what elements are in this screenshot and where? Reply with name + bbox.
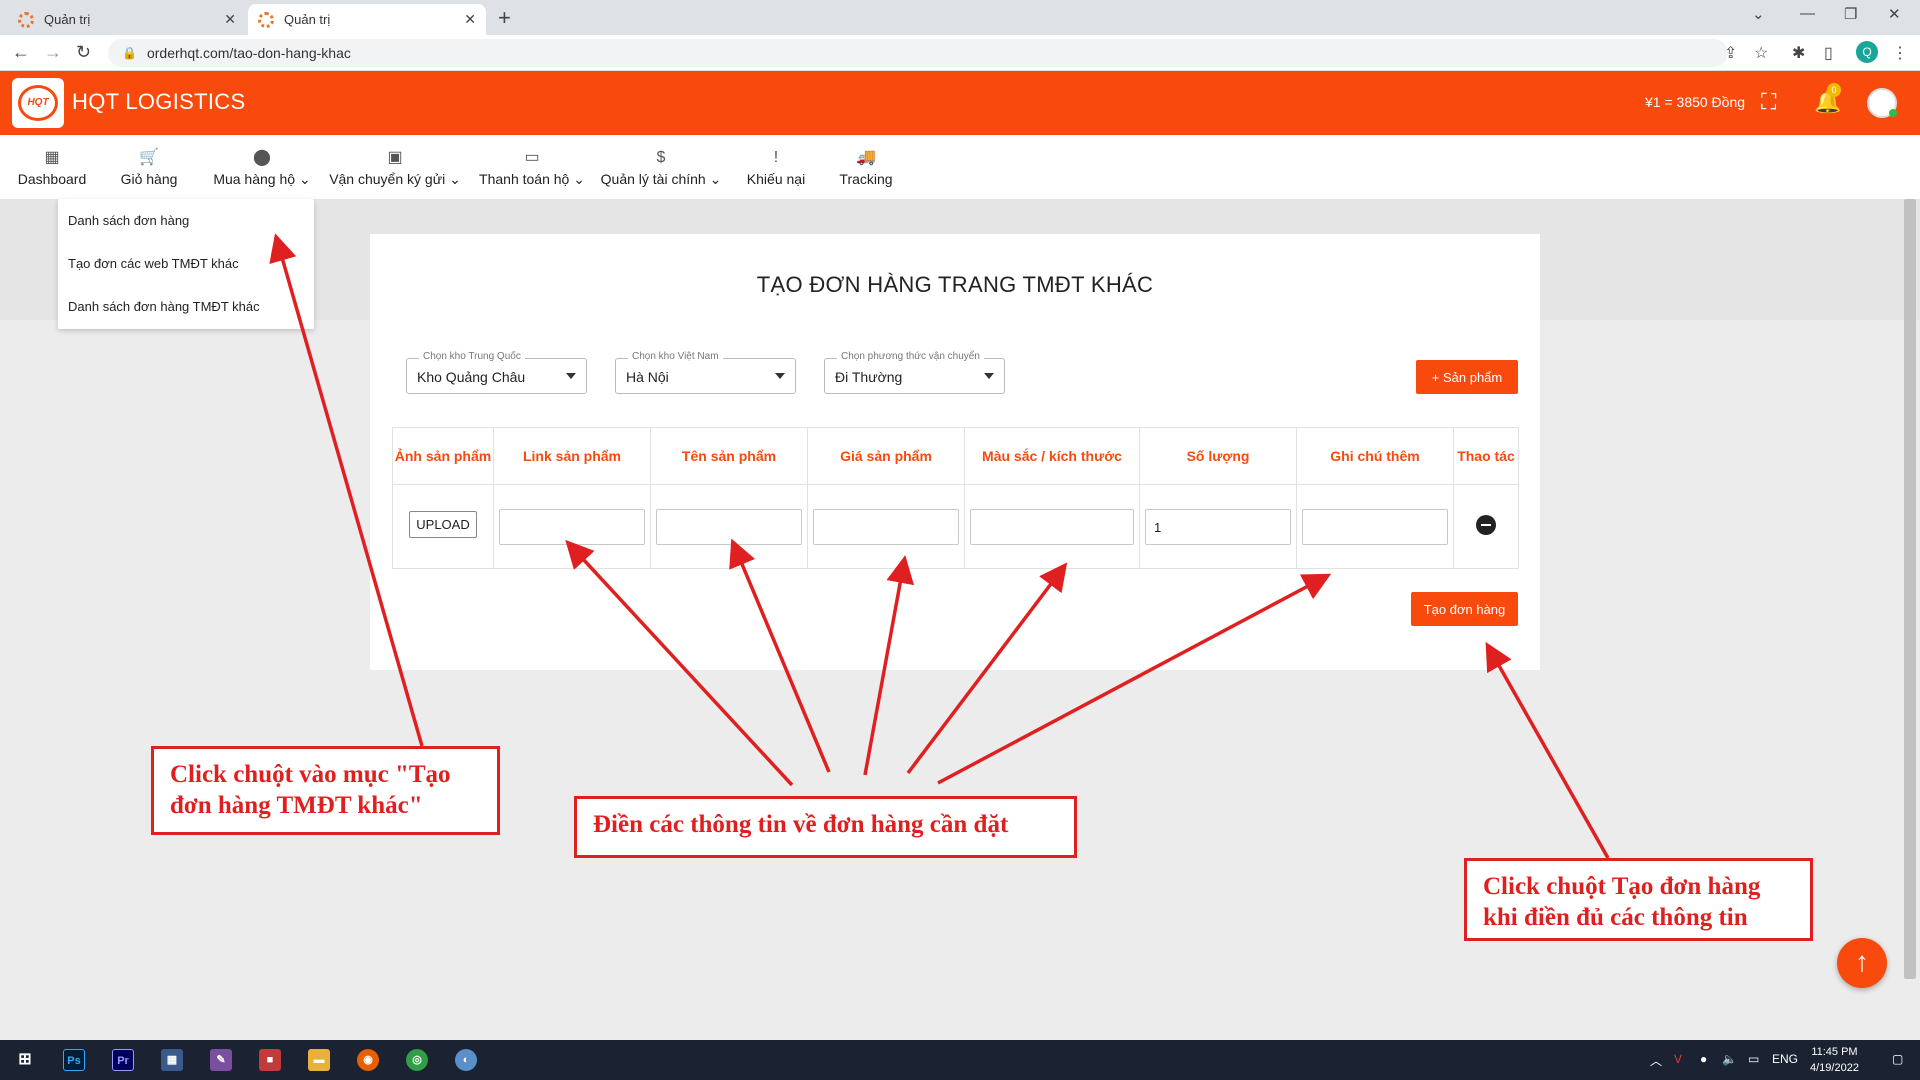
system-clock[interactable]: 11:45 PM 4/19/2022 — [1810, 1044, 1859, 1076]
arrow-to-variant-input — [906, 562, 1068, 775]
notifications-icon[interactable]: ▢ — [1892, 1052, 1903, 1066]
tray-app-icon[interactable]: V — [1674, 1052, 1682, 1066]
paint-icon[interactable]: ✎ — [210, 1049, 232, 1071]
language-indicator[interactable]: ENG — [1772, 1052, 1798, 1066]
app-icon[interactable]: ■ — [259, 1049, 281, 1071]
annotation-fill-hint: Điền các thông tin về đơn hàng cần đặt — [574, 796, 1077, 858]
chrome-icon[interactable]: ◎ — [406, 1049, 428, 1071]
arrow-to-dropdown — [269, 233, 424, 747]
tray-chevron-icon[interactable]: ︿ — [1650, 1052, 1662, 1069]
firefox-icon[interactable]: ◉ — [357, 1049, 379, 1071]
volume-icon[interactable]: 🔈 — [1722, 1052, 1737, 1066]
clock-date: 4/19/2022 — [1810, 1062, 1859, 1074]
arrow-up-icon: ↑ — [1855, 946, 1869, 977]
windows-start-icon[interactable]: ⊞ — [14, 1049, 36, 1071]
arrow-to-note-input — [937, 573, 1332, 785]
clock-time: 11:45 PM — [1811, 1046, 1858, 1058]
premiere-icon[interactable]: Pr — [112, 1049, 134, 1071]
page-scrollbar[interactable] — [1904, 199, 1916, 979]
file-explorer-icon[interactable]: ▬ — [308, 1049, 330, 1071]
arrow-to-price-input — [863, 555, 914, 776]
annotation-submit-hint: Click chuột Tạo đơn hàng khi điền đủ các… — [1464, 858, 1813, 941]
os-taskbar: ⊞ Ps Pr ▦ ✎ ■ ▬ ◉ ◎ ◐ ︿ V ● 🔈 ▭ ENG 11:4… — [0, 1040, 1920, 1080]
scroll-to-top-button[interactable]: ↑ — [1837, 938, 1887, 988]
network-icon[interactable]: ▭ — [1748, 1052, 1759, 1066]
photoshop-icon[interactable]: Ps — [63, 1049, 85, 1071]
zalo-icon[interactable]: ● — [1700, 1052, 1707, 1066]
calculator-icon[interactable]: ▦ — [161, 1049, 183, 1071]
arrow-to-link-input — [565, 539, 794, 787]
paint-3d-icon[interactable]: ◐ — [455, 1049, 477, 1071]
arrow-to-create-button — [1485, 641, 1610, 859]
annotation-menu-hint: Click chuột vào mục "Tạo đơn hàng TMĐT k… — [151, 746, 500, 835]
